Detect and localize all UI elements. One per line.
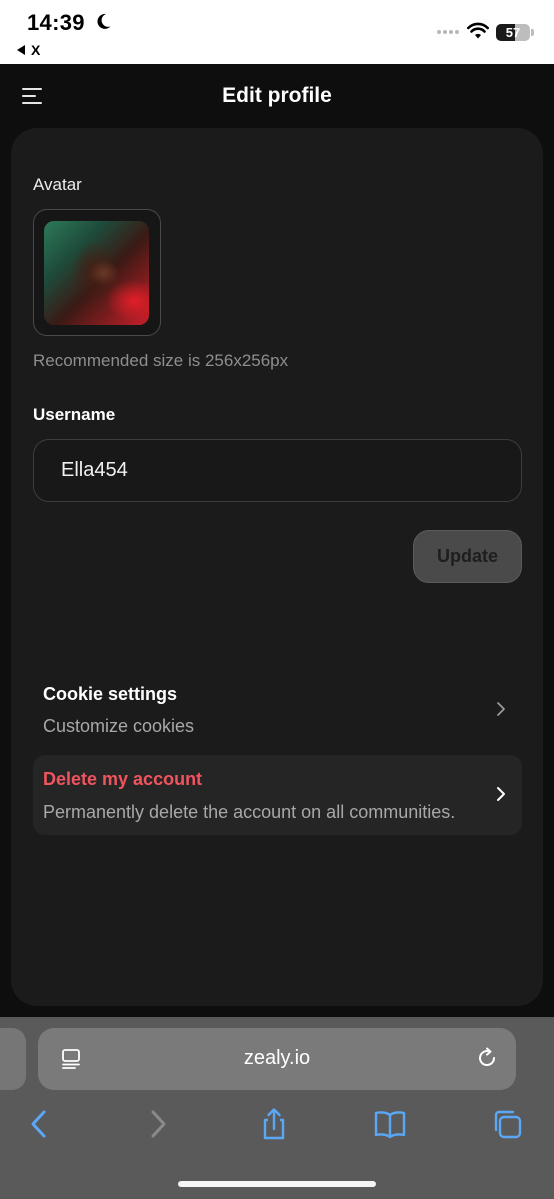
cookie-settings-subtitle: Customize cookies xyxy=(43,716,195,736)
cookie-settings-row[interactable]: Cookie settings Customize cookies xyxy=(33,670,522,750)
reload-icon[interactable] xyxy=(475,1046,499,1070)
forward-icon xyxy=(151,1110,166,1138)
url-text[interactable]: zealy.io xyxy=(38,1047,516,1070)
chevron-right-icon xyxy=(497,702,505,716)
delete-account-row[interactable]: Delete my account Permanently delete the… xyxy=(33,755,522,835)
username-input[interactable] xyxy=(61,440,501,501)
avatar-label: Avatar xyxy=(33,175,82,194)
back-icon xyxy=(31,1110,46,1138)
username-field-wrapper xyxy=(33,439,522,502)
avatar[interactable] xyxy=(44,221,149,325)
share-button[interactable] xyxy=(257,1107,291,1141)
page-title: Edit profile xyxy=(222,84,332,107)
home-indicator xyxy=(178,1181,376,1187)
share-icon xyxy=(263,1108,285,1140)
delete-account-title: Delete my account xyxy=(43,769,203,789)
status-bar: 14:39 X 57 xyxy=(0,0,554,64)
wifi-icon xyxy=(467,22,489,39)
battery-nub xyxy=(531,29,534,36)
tabs-icon xyxy=(494,1110,522,1139)
tabs-button[interactable] xyxy=(490,1107,524,1141)
cookie-settings-title: Cookie settings xyxy=(43,684,178,704)
status-time: 14:39 xyxy=(27,10,85,35)
battery-level: 57 xyxy=(505,25,521,40)
moon-icon xyxy=(97,13,111,29)
signal-icon xyxy=(437,30,459,34)
avatar-hint: Recommended size is 256x256px xyxy=(33,351,289,370)
back-triangle-icon xyxy=(17,45,25,55)
update-button[interactable]: Update xyxy=(413,530,522,583)
username-label: Username xyxy=(33,405,116,424)
bookmarks-icon xyxy=(374,1111,406,1139)
back-button[interactable] xyxy=(22,1107,56,1141)
previous-tab[interactable] xyxy=(0,1028,26,1090)
back-app-label: X xyxy=(31,42,41,58)
delete-account-subtitle: Permanently delete the account on all co… xyxy=(43,802,456,822)
back-to-app-link[interactable]: X xyxy=(17,42,40,58)
battery-icon: 57 xyxy=(496,24,530,41)
forward-button[interactable] xyxy=(141,1107,175,1141)
chevron-right-icon xyxy=(497,787,505,801)
bookmarks-button[interactable] xyxy=(373,1107,407,1141)
